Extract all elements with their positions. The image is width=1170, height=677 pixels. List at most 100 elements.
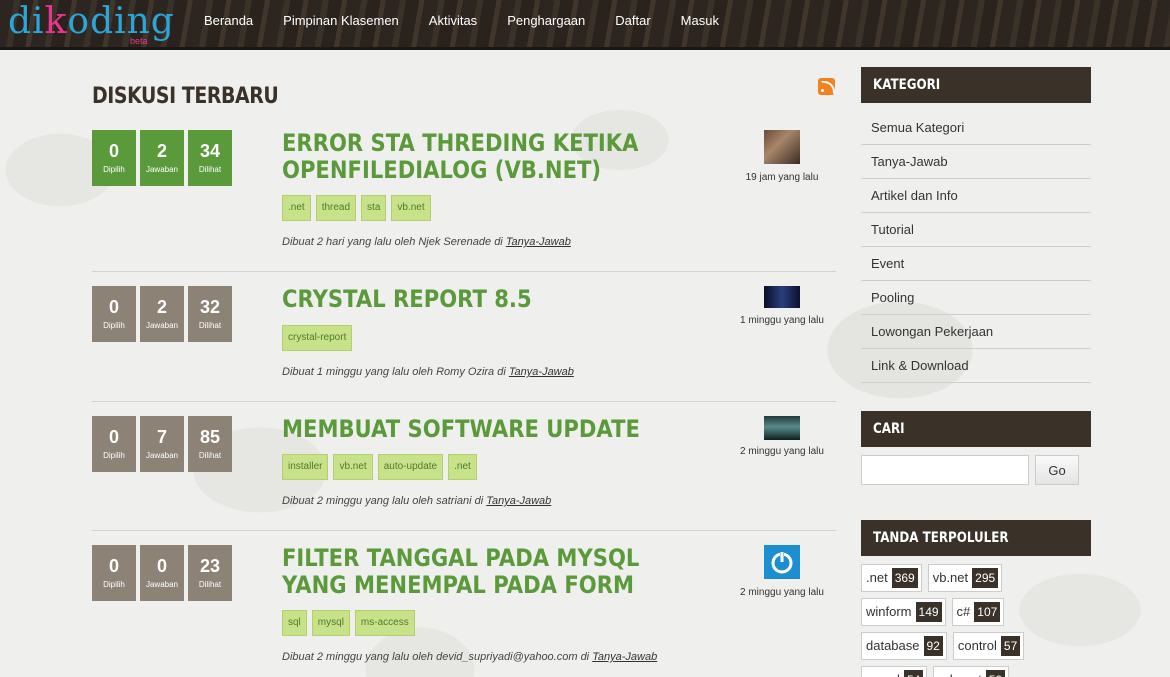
answers-count-box: 2 Jawaban [140,130,184,186]
question-meta-text: Dibuat 2 minggu yang lalu oleh devid_sup… [282,651,590,663]
go-button[interactable]: Go [1035,455,1079,485]
popular-tag[interactable]: winform 149 [861,598,946,626]
chosen-count-box: 0 Dipilih [92,286,136,342]
chosen-count: 0 [108,427,119,447]
question-title-link[interactable]: FILTER TANGGAL PADA MYSQL YANG MENEMPAL … [282,545,669,599]
answers-count-box: 0 Jawaban [140,545,184,601]
category-link[interactable]: Tanya-Jawab [509,366,574,378]
tag-link[interactable]: sta [361,195,387,221]
sidebar: KATEGORI Semua Kategori Tanya-Jawab Arti… [861,67,1091,677]
logo-text-part3: oding [67,1,175,42]
kategori-heading-text: KATEGORI [873,77,941,93]
popular-tag-name: mysql [866,667,900,677]
tag-link[interactable]: .net [282,195,311,221]
tag-link[interactable]: mysql [311,610,350,636]
tag-link[interactable]: vb.net [333,454,373,480]
popular-tag-count: 149 [915,602,942,622]
answers-count-box: 7 Jawaban [140,416,184,472]
category-item-tanya-jawab[interactable]: Tanya-Jawab [861,145,1091,179]
chosen-count-box: 0 Dipilih [92,416,136,472]
question-meta: Dibuat 2 hari yang lalu oleh Njek Serena… [282,236,571,248]
chosen-count: 0 [108,297,119,317]
question-title-link[interactable]: CRYSTAL REPORT 8.5 [282,286,669,313]
popular-tag[interactable]: database 92 [861,632,947,660]
tag-link[interactable]: thread [315,195,357,221]
category-item-tutorial[interactable]: Tutorial [861,213,1091,247]
question-meta-text: Dibuat 2 minggu yang lalu oleh satriani … [282,495,484,507]
answers-label: Jawaban [145,321,179,330]
question-tags: installer vb.net auto-update .net [282,454,482,480]
popular-tag-name: control [957,638,997,653]
popular-tag[interactable]: .net 369 [861,564,922,592]
answers-count: 7 [156,427,167,447]
tag-link[interactable]: .net [448,454,477,480]
question-tags: .net thread sta vb.net [282,195,436,221]
question-title-link[interactable]: ERROR STA THREDING KETIKA OPENFILEDIALOG… [282,130,669,184]
header-bar: dikoding beta Beranda Pimpinan Klasemen … [0,0,1170,50]
rss-icon[interactable] [818,78,835,95]
question-title-link[interactable]: MEMBUAT SOFTWARE UPDATE [282,416,669,443]
answers-label: Jawaban [145,451,179,460]
nav-beranda[interactable]: Beranda [204,13,253,28]
tag-link[interactable]: ms-access [354,610,415,636]
views-label: Dilihat [198,451,222,460]
question-item: 0 Dipilih 0 Jawaban 23 Dilihat FILTER TA… [92,545,836,677]
question-tags: sql mysql ms-access [282,610,420,636]
tag-link[interactable]: vb.net [391,195,431,221]
popular-tag-count: 369 [891,568,918,588]
views-count: 23 [199,556,221,576]
views-count: 34 [199,141,221,161]
tag-link[interactable]: sql [282,610,307,636]
popular-tag-count: 107 [974,602,1001,622]
nav-masuk[interactable]: Masuk [681,13,719,28]
avatar[interactable] [764,286,800,308]
category-item-artikel[interactable]: Artikel dan Info [861,179,1091,213]
chosen-label: Dipilih [103,321,125,330]
logo-text-part2: k [44,1,68,42]
category-item-pooling[interactable]: Pooling [861,281,1091,315]
tanda-heading-text: TANDA TERPOLULER [873,530,1009,546]
question-meta: Dibuat 2 minggu yang lalu oleh satriani … [282,495,551,507]
tag-link[interactable]: installer [282,454,329,480]
page-title: DISKUSI TERBARU [92,84,279,109]
category-link[interactable]: Tanya-Jawab [486,495,551,507]
views-count-box: 23 Dilihat [188,545,232,601]
popular-tag[interactable]: mysql54 [861,666,928,677]
avatar[interactable] [764,416,800,440]
last-activity-time: 19 jam yang lalu [745,172,819,183]
question-meta-text: Dibuat 2 hari yang lalu oleh Njek Serena… [282,236,503,248]
avatar[interactable] [764,130,800,164]
chosen-label: Dipilih [103,580,125,589]
chosen-label: Dipilih [103,451,125,460]
logo-beta-label: beta [130,36,148,46]
tag-link[interactable]: crystal-report [282,325,353,351]
popular-tag[interactable]: ado.net 52 [933,666,1010,677]
nav-daftar[interactable]: Daftar [615,13,650,28]
category-link[interactable]: Tanya-Jawab [506,236,571,248]
search-row: Go [861,455,1091,485]
category-link[interactable]: Tanya-Jawab [592,651,657,663]
avatar[interactable] [764,545,800,579]
search-input[interactable] [861,455,1029,485]
category-item-link-download[interactable]: Link & Download [861,349,1091,383]
nav-aktivitas[interactable]: Aktivitas [429,13,477,28]
nav-pimpinan-klasemen[interactable]: Pimpinan Klasemen [283,13,399,28]
popular-tag[interactable]: control 57 [952,632,1025,660]
popular-tag-name: ado.net [938,667,981,677]
question-meta: Dibuat 1 minggu yang lalu oleh Romy Ozir… [282,366,574,378]
answers-count: 2 [156,141,167,161]
popular-tag-count: 57 [1000,636,1021,656]
views-count-box: 34 Dilihat [188,130,232,186]
category-item-event[interactable]: Event [861,247,1091,281]
tag-link[interactable]: auto-update [377,454,444,480]
popular-tag[interactable]: vb.net 295 [927,564,1003,592]
category-item-lowongan[interactable]: Lowongan Pekerjaan [861,315,1091,349]
views-count-box: 85 Dilihat [188,416,232,472]
site-logo[interactable]: dikoding [8,2,175,42]
popular-tag-count: 52 [985,670,1006,677]
answers-count: 2 [156,297,167,317]
category-item-semua[interactable]: Semua Kategori [861,111,1091,145]
popular-tag[interactable]: c# 107 [951,598,1005,626]
chosen-count-box: 0 Dipilih [92,130,136,186]
nav-penghargaan[interactable]: Penghargaan [507,13,585,28]
